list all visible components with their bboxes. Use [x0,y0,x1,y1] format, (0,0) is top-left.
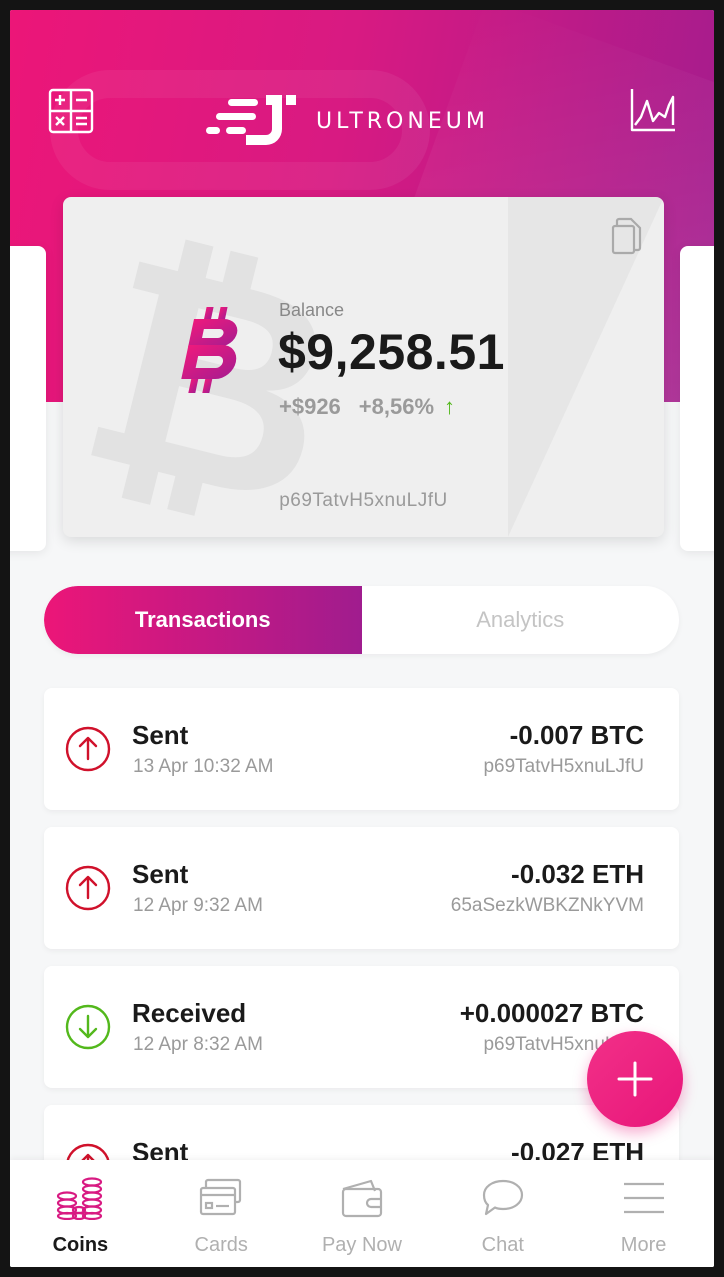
cards-icon [196,1176,246,1220]
nav-label: Pay Now [321,1234,402,1256]
transaction-amount: +0.000027 BTC [459,998,644,1028]
tab-analytics[interactable]: Analytics [362,586,680,654]
transaction-type: Sent [132,720,189,750]
nav-label: Coins [52,1234,109,1256]
arrow-up-circle-icon [65,865,111,911]
nav-pay-now[interactable]: Pay Now [292,1160,433,1267]
tab-bar: Transactions Analytics [44,586,679,654]
app-screen: ULTRONEUM ₿ Balance $9,258.51 +$926 +8,5… [10,10,714,1267]
brand-name: ULTRONEUM [316,108,489,134]
chat-icon [478,1176,528,1220]
nav-label: More [620,1234,667,1256]
transaction-time: 13 Apr 10:32 AM [133,756,274,777]
plus-icon [617,1061,653,1097]
calculator-icon[interactable] [48,88,94,134]
transaction-amount: -0.007 BTC [509,720,644,750]
transaction-row[interactable]: Sent 12 Apr 9:32 AM -0.032 ETH 65aSezkWB… [44,827,679,949]
balance-change: +$926 +8,56% ↑ [279,394,455,420]
transaction-amount: -0.032 ETH [511,859,644,889]
balance-amount: $9,258.51 [278,324,505,380]
nav-label: Cards [194,1234,248,1256]
add-button[interactable] [587,1031,683,1127]
brand-logo: ULTRONEUM [206,90,489,152]
bottom-navigation: Coins Cards Pay Now Chat More [10,1160,714,1267]
nav-more[interactable]: More [573,1160,714,1267]
balance-label: Balance [279,300,345,320]
nav-coins[interactable]: Coins [10,1160,151,1267]
transaction-time: 12 Apr 9:32 AM [133,895,263,916]
arrow-up-circle-icon [65,726,111,772]
transaction-address: 65aSezkWBKZNkYVM [450,895,644,916]
nav-label: Chat [481,1234,524,1256]
coins-icon [55,1176,105,1220]
transaction-time: 12 Apr 8:32 AM [133,1034,263,1055]
transaction-address: p69TatvH5xnuLJfU [483,756,644,777]
balance-card[interactable]: ₿ Balance $9,258.51 +$926 +8,56% ↑ p69Ta… [63,197,664,537]
transaction-row[interactable]: Sent 13 Apr 10:32 AM -0.007 BTC p69TatvH… [44,688,679,810]
previous-coin-card[interactable] [10,246,46,551]
nav-chat[interactable]: Chat [432,1160,573,1267]
menu-icon [619,1176,669,1220]
change-amount: +$926 [279,394,341,419]
nav-cards[interactable]: Cards [151,1160,292,1267]
chart-icon[interactable] [628,86,678,134]
ultroneum-logo-icon [206,95,296,145]
bitcoin-icon [177,305,247,395]
transaction-row[interactable]: Received 12 Apr 8:32 AM +0.000027 BTC p6… [44,966,679,1088]
next-coin-card[interactable] [680,246,714,551]
arrow-up-icon: ↑ [444,394,456,419]
tab-transactions[interactable]: Transactions [44,586,362,654]
wallet-address[interactable]: p69TatvH5xnuLJfU [63,490,664,512]
arrow-down-circle-icon [65,1004,111,1050]
copy-icon[interactable] [610,217,644,255]
transaction-type: Sent [132,859,189,889]
wallet-icon [337,1176,387,1220]
change-percent: +8,56% [358,394,435,419]
transaction-type: Received [132,998,247,1028]
